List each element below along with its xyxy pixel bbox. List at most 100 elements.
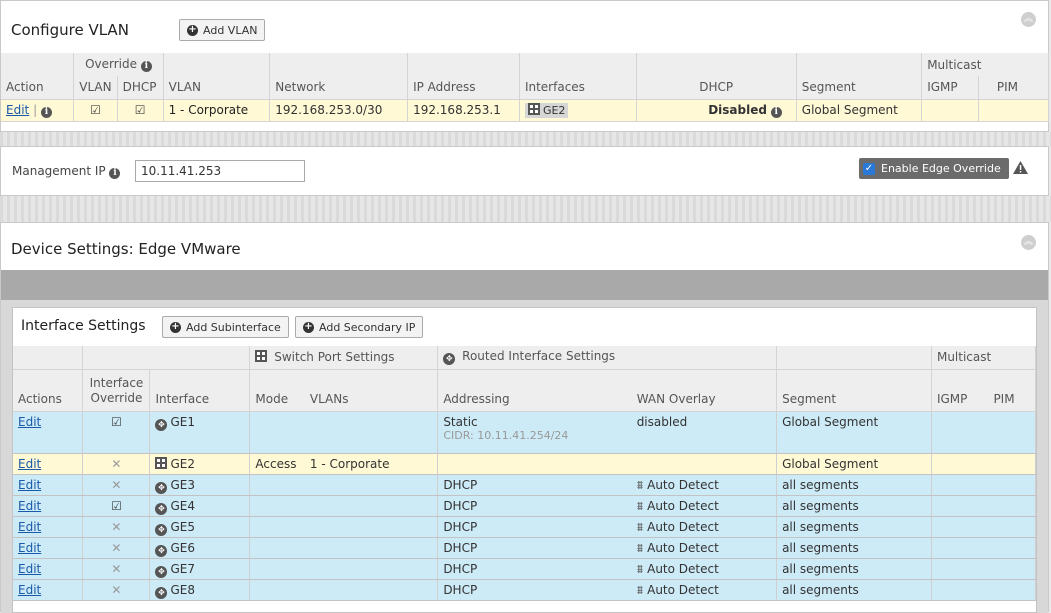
segment-cell: Global Segment	[796, 98, 923, 122]
routed-interface-icon: ✥	[443, 353, 456, 366]
plus-circle-icon: +	[170, 320, 181, 333]
col-interface-override: Interface Override	[82, 369, 151, 412]
interface-name: ✥ GE5	[149, 516, 251, 538]
switch-port-icon	[527, 103, 540, 115]
edit-link[interactable]: Edit	[18, 583, 41, 597]
add-subinterface-button[interactable]: + Add Subinterface	[162, 316, 289, 338]
double-chevron-up-icon[interactable]: ︽	[1021, 235, 1036, 250]
wan-overlay-cell: ⩩ Auto Detect	[631, 558, 778, 580]
interface-chip: GE2	[524, 103, 569, 118]
add-vlan-label: Add VLAN	[203, 23, 258, 37]
mode-cell	[249, 579, 305, 601]
background-stripe	[0, 196, 1051, 222]
interface-name: ✥ GE7	[149, 558, 251, 580]
vlans-cell	[304, 558, 439, 580]
double-chevron-up-icon[interactable]: ︽	[1021, 12, 1036, 27]
dhcp-status: Disabled	[708, 102, 767, 117]
checked-box-icon[interactable]: ✓	[863, 162, 875, 175]
addressing-cell: DHCP	[437, 579, 632, 601]
add-secondary-ip-button[interactable]: + Add Secondary IP	[295, 316, 424, 338]
col-pim: PIM	[988, 369, 1037, 412]
network-cell: 192.168.253.0/30	[269, 98, 409, 122]
segment-cell: all segments	[776, 579, 932, 601]
gray-band	[1, 270, 1048, 300]
routed-interface-icon: ✥	[155, 565, 168, 578]
segment-cell: Global Segment	[776, 453, 932, 475]
info-icon[interactable]: i	[140, 61, 152, 72]
interface-name: ✥ GE8	[149, 579, 251, 601]
interface-name: ✥ GE4	[149, 495, 251, 517]
x-mark-icon[interactable]: ✕	[111, 457, 121, 471]
col-dhcp: DHCP	[636, 76, 797, 99]
ip-address-cell: 192.168.253.1	[407, 98, 520, 122]
edit-link[interactable]: Edit	[18, 457, 41, 471]
auto-detect-icon: ⩩	[636, 561, 644, 576]
configure-vlan-title: Configure VLAN	[11, 21, 129, 39]
add-vlan-button[interactable]: + Add VLAN	[179, 19, 266, 41]
background-stripe	[0, 132, 1051, 146]
segment-cell: all segments	[776, 495, 932, 517]
checked-box-icon[interactable]: ☑	[135, 103, 146, 117]
checked-box-icon[interactable]: ☑	[111, 499, 122, 513]
vlans-cell	[304, 537, 439, 559]
interface-row: Edit ✕ ✥ GE7 DHCP ⩩ Auto Detect all segments	[13, 558, 1037, 580]
edit-link[interactable]: Edit	[18, 478, 41, 492]
enable-edge-override-label: Enable Edge Override	[881, 162, 1001, 175]
routed-interface-icon: ✥	[155, 481, 168, 494]
interface-settings-title: Interface Settings	[21, 318, 146, 334]
edit-link[interactable]: Edit	[18, 499, 41, 513]
col-dhcp-override: DHCP	[117, 76, 164, 99]
configure-vlan-panel: Configure VLAN + Add VLAN ︽ Override i M…	[0, 0, 1049, 132]
info-icon[interactable]: i	[770, 106, 782, 118]
management-ip-panel: Management IP i ✓ Enable Edge Override	[0, 146, 1049, 196]
enable-edge-override-toggle[interactable]: ✓ Enable Edge Override	[859, 158, 1009, 179]
routed-interface-icon: ✥	[155, 502, 168, 515]
checked-box-icon[interactable]: ☑	[90, 103, 101, 117]
vlan-table: Override i Multicast Action VLAN DHCP VL…	[1, 53, 1049, 122]
mode-cell	[249, 516, 305, 538]
override-group-header: Override i	[73, 53, 164, 76]
addressing-cell: DHCP	[437, 495, 632, 517]
info-icon[interactable]: i	[109, 168, 121, 179]
management-ip-input[interactable]	[135, 160, 305, 182]
interface-row: Edit ☑ ✥ GE1 Static CIDR: 10.11.41.254/24 disa…	[13, 411, 1037, 454]
x-mark-icon[interactable]: ✕	[111, 478, 121, 492]
vlans-cell	[304, 474, 439, 496]
routed-interface-icon: ✥	[155, 418, 168, 431]
interface-name: ✥ GE1	[149, 411, 251, 454]
col-interface: Interface	[149, 369, 251, 412]
x-mark-icon[interactable]: ✕	[111, 562, 121, 576]
segment-cell: all segments	[776, 558, 932, 580]
auto-detect-icon: ⩩	[636, 498, 644, 513]
edit-link[interactable]: Edit	[18, 562, 41, 576]
interface-name: ✥ GE3	[149, 474, 251, 496]
edit-link[interactable]: Edit	[18, 415, 41, 429]
edit-link[interactable]: Edit	[6, 103, 29, 117]
wan-overlay-cell: ⩩ Auto Detect	[631, 579, 778, 601]
wan-overlay-cell: ⩩ Auto Detect	[631, 516, 778, 538]
info-icon[interactable]: i	[40, 106, 52, 118]
segment-cell: all segments	[776, 516, 932, 538]
checked-box-icon[interactable]: ☑	[111, 415, 122, 429]
wan-overlay-cell: ⩩ Auto Detect	[631, 537, 778, 559]
addressing-cell: DHCP	[437, 516, 632, 538]
vlans-cell	[304, 495, 439, 517]
col-vlans: VLANs	[304, 369, 439, 412]
x-mark-icon[interactable]: ✕	[111, 583, 121, 597]
mode-cell	[249, 495, 305, 517]
wan-overlay-cell: disabled	[631, 411, 778, 454]
interface-settings-panel: Interface Settings + Add Subinterface + …	[12, 307, 1037, 613]
col-igmp: IGMP	[931, 369, 989, 412]
col-addressing: Addressing	[437, 369, 632, 412]
routed-interface-icon: ✥	[155, 586, 168, 599]
x-mark-icon[interactable]: ✕	[111, 520, 121, 534]
mode-cell: Access	[249, 453, 305, 475]
auto-detect-icon: ⩩	[636, 540, 644, 555]
interface-row: Edit ✕ ✥ GE5 DHCP ⩩ Auto Detect all segments	[13, 516, 1037, 538]
auto-detect-icon: ⩩	[636, 582, 644, 597]
edit-link[interactable]: Edit	[18, 541, 41, 555]
vlans-cell	[304, 579, 439, 601]
x-mark-icon[interactable]: ✕	[111, 541, 121, 555]
edit-link[interactable]: Edit	[18, 520, 41, 534]
col-actions: Actions	[13, 369, 84, 412]
